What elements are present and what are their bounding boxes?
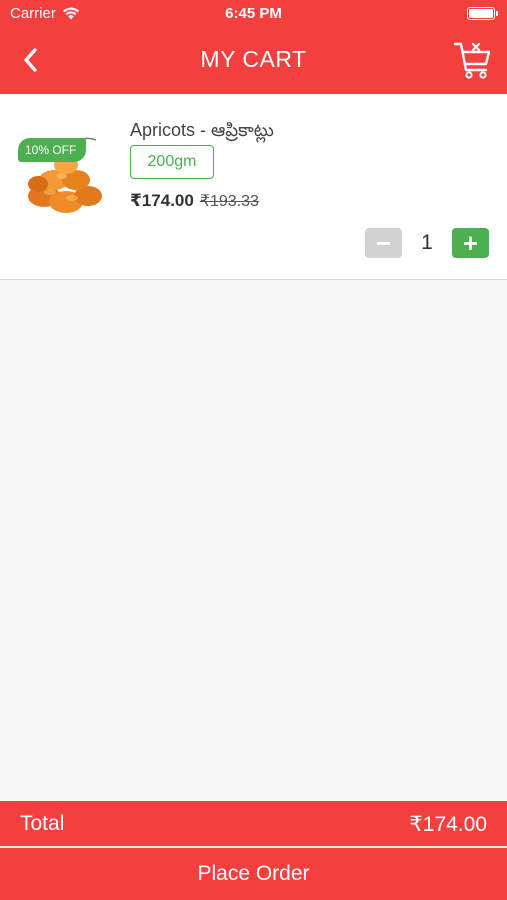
increase-quantity-button[interactable]: +: [452, 228, 489, 258]
selling-price: ₹174.00: [130, 191, 194, 210]
product-name: Apricots - ఆప్రికాట్లు: [130, 120, 274, 140]
price-row: ₹174.00 ₹193.33: [130, 191, 259, 211]
place-order-button[interactable]: Place Order: [0, 848, 507, 900]
page-title: MY CART: [200, 46, 307, 72]
quantity-value: 1: [421, 231, 433, 254]
original-price: ₹193.33: [199, 193, 259, 210]
size-chip[interactable]: 200gm: [130, 145, 214, 179]
cart-item: 10% OFF Apricots - ఆప్రికాట్లు 200gm ₹17…: [0, 94, 507, 280]
total-value: ₹174.00: [409, 813, 487, 836]
total-bar: Total ₹174.00: [0, 801, 507, 846]
status-time: 6:45 PM: [225, 5, 282, 22]
nav-bar: MY CART: [0, 28, 507, 94]
cart-clear-icon: [453, 42, 491, 79]
total-label: Total: [20, 812, 65, 835]
clear-cart-button[interactable]: [453, 40, 491, 80]
discount-badge: 10% OFF: [18, 138, 87, 162]
top-app-bar: Carrier 6:45 PM MY CART: [0, 0, 507, 94]
battery-icon: [467, 7, 498, 20]
status-bar: Carrier 6:45 PM: [0, 0, 507, 28]
decrease-quantity-button[interactable]: −: [365, 228, 402, 258]
quantity-stepper: − 1 +: [365, 228, 489, 258]
